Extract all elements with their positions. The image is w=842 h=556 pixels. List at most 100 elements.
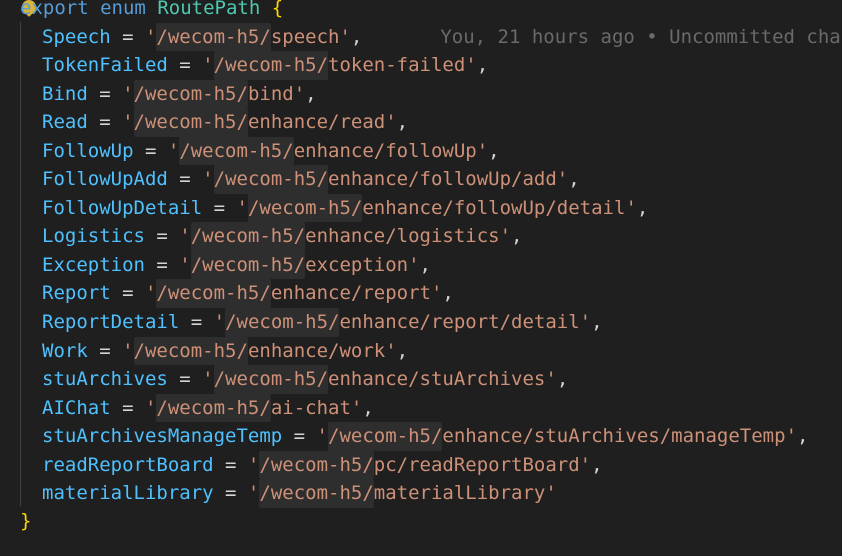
string-prefix-highlight: /wecom-h5/ <box>156 279 271 308</box>
equals-sign: = <box>87 339 123 362</box>
string-path: pc/readReportBoard <box>373 453 580 476</box>
equals-sign: = <box>110 25 145 48</box>
string-quote: ' <box>316 425 328 448</box>
enum-member-name: Exception <box>42 253 145 276</box>
string-prefix-highlight: /wecom-h5/ <box>133 108 248 137</box>
enum-member-line: FollowUpDetail = '/wecom-h5/enhance/foll… <box>42 193 649 223</box>
comma: , <box>305 82 317 105</box>
comma: , <box>396 111 409 134</box>
equals-sign: = <box>213 482 248 505</box>
string-quote: ' <box>247 482 260 505</box>
string-path: materialLibrary <box>373 482 546 505</box>
string-path: enhance/logistics <box>305 225 500 248</box>
enum-member-name: stuArchives <box>42 368 168 391</box>
string-quote: ' <box>545 368 557 391</box>
string-quote: ' <box>545 482 557 505</box>
string-quote: ' <box>625 196 637 219</box>
enum-member-line: TokenFailed = '/wecom-h5/token-failed ', <box>42 51 488 80</box>
string-prefix-highlight: /wecom-h5/ <box>133 79 248 109</box>
string-quote: ' <box>785 425 798 448</box>
enum-member-name: AIChat <box>42 396 111 419</box>
string-prefix-highlight: /wecom-h5/ <box>213 165 329 194</box>
enum-member-line: Exception = '/wecom-h5/exception ', <box>42 250 431 280</box>
indent-guide <box>20 22 21 506</box>
comma: , <box>568 168 580 191</box>
comma: , <box>442 282 454 305</box>
equals-sign: = <box>179 311 214 333</box>
string-quote: ' <box>385 339 397 362</box>
string-path: enhance/stuArchives <box>328 368 546 391</box>
comma: , <box>488 139 500 162</box>
string-quote: ' <box>350 396 363 419</box>
string-quote: ' <box>202 168 214 191</box>
string-path: exception <box>305 253 409 276</box>
enum-member-name: Bind <box>42 82 88 105</box>
comma: , <box>350 25 363 48</box>
string-prefix-highlight: /wecom-h5/ <box>213 51 329 80</box>
string-path: ai-chat <box>270 396 351 419</box>
enum-member-name: FollowUp <box>42 139 134 162</box>
enum-member-name: Read <box>42 111 88 134</box>
equals-sign: = <box>110 396 145 419</box>
string-path: token-failed <box>328 54 466 77</box>
enum-member-line: FollowUp = '/wecom-h5/enhance/followUp ', <box>42 136 500 166</box>
enum-member-name: FollowUpDetail <box>42 196 203 219</box>
string-quote: ' <box>202 368 214 391</box>
enum-member-line: Bind = '/wecom-h5/bind ', <box>42 79 317 109</box>
string-quote: ' <box>499 225 512 248</box>
equals-sign: = <box>87 82 123 105</box>
equals-sign: = <box>87 111 123 134</box>
string-quote: ' <box>167 139 180 162</box>
close-brace: } <box>20 510 32 532</box>
string-prefix-highlight: /wecom-h5/ <box>328 422 443 451</box>
equals-sign: = <box>144 225 180 248</box>
enum-header-line: export enum RoutePath { <box>20 0 283 23</box>
comma: , <box>591 453 603 476</box>
enum-member-name: Work <box>42 339 88 362</box>
string-prefix-highlight: /wecom-h5/ <box>156 22 271 51</box>
string-quote: ' <box>247 453 260 476</box>
string-quote: ' <box>122 82 134 105</box>
code-editor[interactable]: export enum RoutePath { Speech = '/wecom… <box>0 0 842 556</box>
equals-sign: = <box>167 54 203 77</box>
equals-sign: = <box>167 168 203 191</box>
enum-member-line: stuArchivesManageTemp = '/wecom-h5/enhan… <box>42 422 808 451</box>
comma: , <box>591 311 603 333</box>
enum-member-line: AIChat = '/wecom-h5/ai-chat ', <box>42 393 374 423</box>
string-quote: ' <box>430 282 443 305</box>
git-blame-annotation[interactable]: You, 21 hours ago • Uncommitted changes <box>440 23 842 52</box>
enum-member-line: ReportDetail = '/wecom-h5/enhance/report… <box>42 308 603 337</box>
comma: , <box>419 253 431 276</box>
string-quote: ' <box>144 282 157 305</box>
string-quote: ' <box>579 311 592 333</box>
string-quote: ' <box>144 25 157 48</box>
string-quote: ' <box>465 54 477 77</box>
string-path: enhance/followUp <box>293 139 477 162</box>
string-prefix-highlight: /wecom-h5/ <box>225 308 340 337</box>
string-prefix-highlight: /wecom-h5/ <box>190 250 306 280</box>
string-prefix-highlight: /wecom-h5/ <box>179 136 294 166</box>
comma: , <box>396 339 409 362</box>
string-prefix-highlight: /wecom-h5/ <box>247 193 363 223</box>
enum-keyword: enum <box>100 0 146 19</box>
string-prefix-highlight: /wecom-h5/ <box>190 222 306 251</box>
enum-member-line: Report = '/wecom-h5/enhance/report ', <box>42 279 454 308</box>
string-quote: ' <box>579 453 592 476</box>
enum-member-line: Read = '/wecom-h5/enhance/read ', <box>42 108 408 137</box>
string-prefix-highlight: /wecom-h5/ <box>156 393 271 423</box>
string-quote: ' <box>122 339 134 362</box>
enum-member-name: readReportBoard <box>42 453 214 476</box>
equals-sign: = <box>110 282 145 305</box>
enum-member-name: TokenFailed <box>42 54 168 77</box>
comma: , <box>797 425 809 448</box>
equals-sign: = <box>282 425 317 448</box>
string-prefix-highlight: /wecom-h5/ <box>133 336 248 366</box>
enum-member-name: Speech <box>42 25 111 48</box>
close-brace-line: } <box>20 507 31 536</box>
enum-member-name: materialLibrary <box>42 482 214 505</box>
comma: , <box>636 196 649 219</box>
string-path: enhance/read <box>247 111 386 134</box>
string-quote: ' <box>293 82 306 105</box>
string-path: bind <box>247 82 294 105</box>
string-quote: ' <box>144 396 157 419</box>
